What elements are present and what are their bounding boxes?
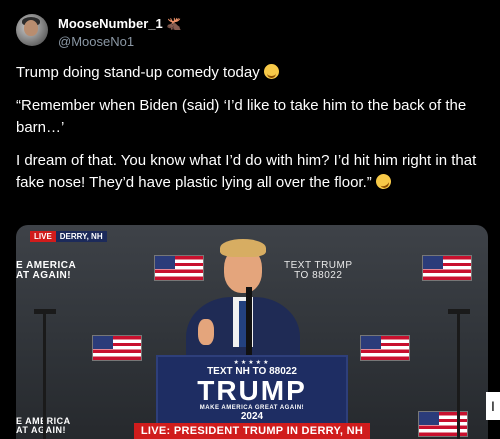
tweet-line-1: Trump doing stand-up comedy today (16, 64, 260, 81)
tweet-paragraph-3: I dream of that. You know what I’d do wi… (16, 150, 484, 194)
teleprompter-left-stand (43, 313, 46, 439)
display-name[interactable]: MooseNumber_1 (58, 16, 163, 31)
video-media[interactable]: LIVE DERRY, NH E AMERICA AT AGAIN! TEXT T… (16, 225, 488, 439)
user-handle[interactable]: @MooseNo1 (58, 34, 134, 49)
tweet-paragraph-1: Trump doing stand-up comedy today (16, 62, 484, 84)
lower-third-banner: LIVE: PRESIDENT TRUMP IN DERRY, NH (134, 423, 370, 439)
rofl-emoji-icon (373, 171, 394, 192)
tweet-line-2: “Remember when Biden (said) ‘I’d like to… (16, 97, 467, 136)
live-badge: LIVE DERRY, NH (30, 231, 107, 242)
live-label: LIVE (30, 231, 56, 242)
tweet-text: Trump doing stand-up comedy today “Remem… (16, 62, 484, 205)
location-label: DERRY, NH (55, 231, 107, 242)
tweet-line-3: I dream of that. You know what I’d do wi… (16, 152, 477, 191)
american-flag-icon (360, 335, 410, 361)
wall-text-left-top: E AMERICA AT AGAIN! (16, 260, 77, 281)
microphone-icon (246, 287, 252, 357)
american-flag-icon (422, 255, 472, 281)
avatar-face (24, 20, 38, 36)
tweet-paragraph-2: “Remember when Biden (said) ‘I’d like to… (16, 95, 484, 139)
side-scroll-button[interactable]: I (486, 392, 500, 420)
tweet-card: MooseNumber_1 🫎 @MooseNo1 Trump doing st… (0, 0, 500, 439)
american-flag-icon (92, 335, 142, 361)
avatar[interactable] (16, 14, 48, 46)
grinning-sweat-emoji-icon (263, 64, 279, 79)
podium-stars: ★★★★★ (233, 360, 271, 366)
teleprompter-right-stand (457, 313, 460, 439)
tweet-header: MooseNumber_1 🫎 @MooseNo1 (16, 14, 476, 54)
moose-icon: 🫎 (166, 16, 182, 31)
podium-name: TRUMP (197, 375, 307, 406)
speaker-hair (220, 239, 266, 257)
name-row: MooseNumber_1 🫎 (58, 16, 182, 31)
speaker-hand (198, 319, 214, 345)
podium-year: 2024 (240, 411, 264, 422)
american-flag-icon (418, 411, 468, 437)
